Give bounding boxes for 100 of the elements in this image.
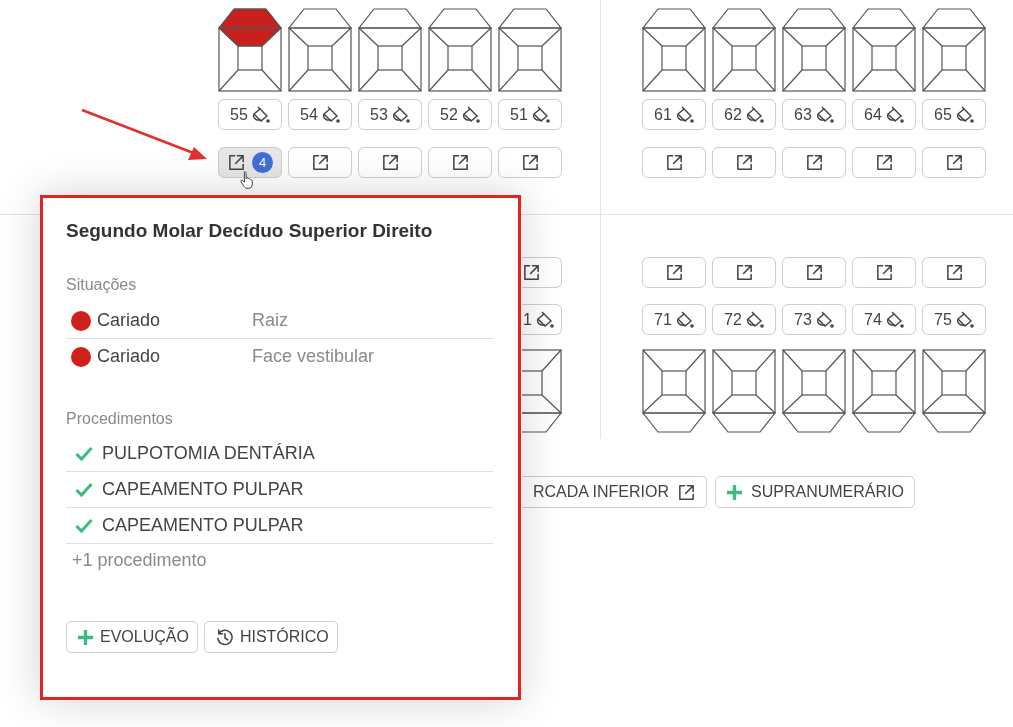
section-heading: Procedimentos: [66, 410, 174, 428]
tooth-drawing[interactable]: [712, 349, 776, 433]
tooth-drawing[interactable]: [522, 349, 562, 433]
procedure-name: CAPEAMENTO PULPAR: [102, 515, 304, 536]
tooth-number-button[interactable]: 64: [852, 99, 916, 130]
history-button[interactable]: HISTÓRICO: [203, 621, 338, 653]
open-button[interactable]: [922, 147, 986, 178]
situation-location: Face vestibular: [252, 346, 375, 367]
procedure-name: CAPEAMENTO PULPAR: [102, 479, 304, 500]
tooth-drawing[interactable]: [642, 349, 706, 433]
tooth-number-button[interactable]: 55: [218, 99, 282, 130]
tooth-number-button[interactable]: 61: [642, 99, 706, 130]
situation-location: Raiz: [252, 310, 288, 331]
external-link-icon: [734, 153, 754, 172]
open-button[interactable]: [642, 257, 706, 288]
external-link-icon: [227, 153, 246, 172]
tooth-drawing[interactable]: [852, 349, 916, 433]
paint-bucket-icon: [884, 105, 904, 124]
paint-bucket-icon: [534, 310, 554, 329]
external-link-icon: [664, 153, 684, 172]
external-link-icon: [804, 263, 824, 282]
tooth-number-button[interactable]: 75: [922, 304, 986, 335]
external-link-icon: [450, 153, 470, 172]
tooth-number-button[interactable]: 74: [852, 304, 916, 335]
tooth-drawing[interactable]: [642, 8, 706, 92]
situation-name: Cariado: [97, 346, 162, 367]
tooth-number-button[interactable]: 62: [712, 99, 776, 130]
tooth-number-button[interactable]: 53: [358, 99, 422, 130]
tooth-number-button[interactable]: 52: [428, 99, 492, 130]
external-link-icon: [380, 153, 400, 172]
history-icon: [214, 627, 234, 647]
open-button[interactable]: [782, 257, 846, 288]
open-arch-button[interactable]: RCADA INFERIOR: [522, 476, 707, 508]
paint-bucket-icon: [954, 310, 974, 329]
tooth-number-button[interactable]: 1: [522, 304, 562, 335]
tooth-number-button[interactable]: 65: [922, 99, 986, 130]
paint-bucket-icon: [814, 105, 834, 124]
paint-bucket-icon: [250, 105, 270, 124]
tooth-number-button[interactable]: 71: [642, 304, 706, 335]
tooth-drawing[interactable]: [498, 8, 562, 92]
open-button[interactable]: 4: [218, 147, 282, 178]
external-link-icon: [677, 482, 696, 502]
open-button[interactable]: [358, 147, 422, 178]
tooth-drawing[interactable]: [922, 8, 986, 92]
tooth-drawing[interactable]: [782, 349, 846, 433]
plus-icon: [77, 628, 94, 646]
tooth-drawing[interactable]: [218, 8, 282, 92]
external-link-icon: [874, 263, 894, 282]
tooth-number-button[interactable]: 51: [498, 99, 562, 130]
hand-cursor-icon: [240, 170, 254, 190]
open-button[interactable]: [288, 147, 352, 178]
paint-bucket-icon: [674, 310, 694, 329]
paint-bucket-icon: [744, 310, 764, 329]
tooth-drawing[interactable]: [288, 8, 352, 92]
external-link-icon: [310, 153, 330, 172]
open-button[interactable]: [922, 257, 986, 288]
tooth-drawing[interactable]: [782, 8, 846, 92]
section-heading: Situações: [66, 276, 138, 294]
external-link-icon: [664, 263, 684, 282]
tooth-drawing[interactable]: [922, 349, 986, 433]
external-link-icon: [734, 263, 754, 282]
plus-icon: [726, 483, 743, 501]
open-button[interactable]: [498, 147, 562, 178]
open-button[interactable]: [782, 147, 846, 178]
tooth-drawing[interactable]: [712, 8, 776, 92]
tooth-drawing[interactable]: [358, 8, 422, 92]
paint-bucket-icon: [814, 310, 834, 329]
paint-bucket-icon: [744, 105, 764, 124]
count-badge: 4: [252, 152, 273, 173]
open-button[interactable]: [642, 147, 706, 178]
external-link-icon: [522, 263, 541, 282]
situation-name: Cariado: [97, 310, 162, 331]
popover-title: Segundo Molar Decíduo Superior Direito: [66, 220, 434, 242]
tooth-drawing[interactable]: [852, 8, 916, 92]
open-button[interactable]: [852, 257, 916, 288]
paint-bucket-icon: [884, 310, 904, 329]
external-link-icon: [944, 263, 964, 282]
external-link-icon: [944, 153, 964, 172]
open-button[interactable]: [712, 257, 776, 288]
external-link-icon: [874, 153, 894, 172]
tooth-number-button[interactable]: 54: [288, 99, 352, 130]
paint-bucket-icon: [954, 105, 974, 124]
paint-bucket-icon: [674, 105, 694, 124]
open-button[interactable]: [852, 147, 916, 178]
open-button[interactable]: [428, 147, 492, 178]
external-link-icon: [804, 153, 824, 172]
tooth-number-button[interactable]: 72: [712, 304, 776, 335]
open-button[interactable]: [712, 147, 776, 178]
external-link-icon: [520, 153, 540, 172]
procedure-name: PULPOTOMIA DENTÁRIA: [102, 443, 315, 464]
open-button[interactable]: [522, 257, 562, 288]
tooth-drawing[interactable]: [428, 8, 492, 92]
more-procedures-text: +1 procedimento: [72, 550, 208, 571]
add-button[interactable]: SUPRANUMERÁRIO: [715, 476, 915, 508]
paint-bucket-icon: [530, 105, 550, 124]
paint-bucket-icon: [390, 105, 410, 124]
paint-bucket-icon: [460, 105, 480, 124]
tooth-number-button[interactable]: 73: [782, 304, 846, 335]
add-evolution-button[interactable]: EVOLUÇÃO: [66, 621, 198, 653]
tooth-number-button[interactable]: 63: [782, 99, 846, 130]
